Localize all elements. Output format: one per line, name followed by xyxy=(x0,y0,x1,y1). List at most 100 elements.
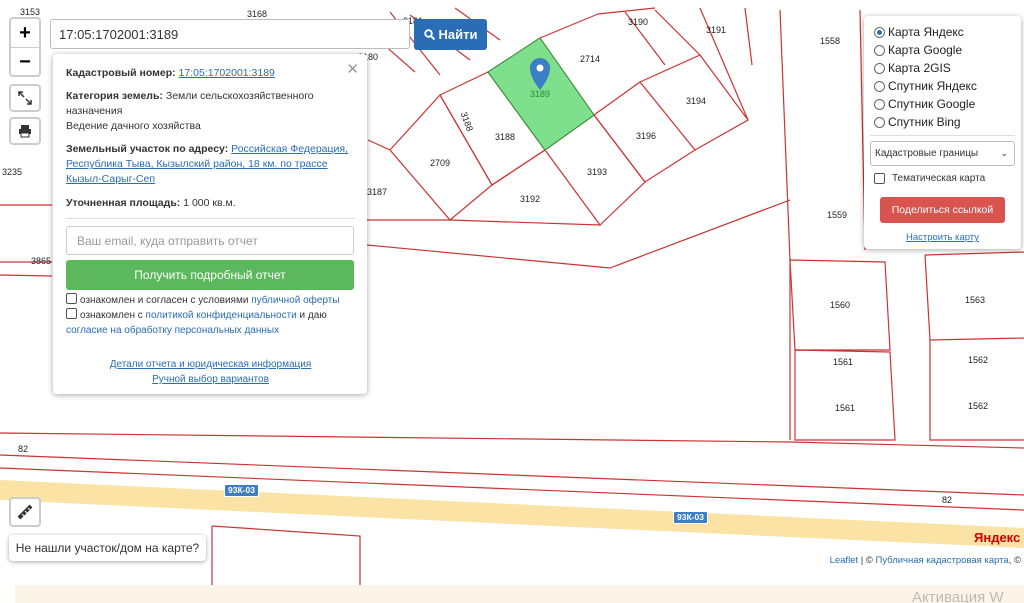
layer-label: Спутник Яндекс xyxy=(888,79,977,93)
configure-map-link[interactable]: Настроить карту xyxy=(906,232,979,243)
manual-select-link[interactable]: Ручной выбор вариантов xyxy=(152,374,269,385)
layer-label: Карта 2GIS xyxy=(888,61,951,75)
consent-privacy-checkbox[interactable] xyxy=(66,308,77,319)
thematic-label: Тематическая карта xyxy=(892,173,986,184)
cad-number-label: Кадастровый номер: xyxy=(66,67,176,79)
parcel-label: 3865 xyxy=(31,256,51,266)
search-icon xyxy=(423,29,435,40)
layers-panel: Карта Яндекс Карта Google Карта 2GIS Спу… xyxy=(864,16,1021,249)
layer-label: Спутник Google xyxy=(888,97,976,111)
layer-label: Карта Яндекс xyxy=(888,25,964,39)
not-found-button[interactable]: Не нашли участок/дом на карте? xyxy=(9,535,206,561)
radio-icon xyxy=(874,62,885,74)
parcel-label: 3193 xyxy=(587,167,607,177)
layer-option-2gis-map[interactable]: Карта 2GIS xyxy=(874,61,951,75)
consent-privacy: ознакомлен с политикой конфиденциальност… xyxy=(66,308,355,338)
parcel-label: 3191 xyxy=(706,25,726,35)
area-label: Уточненная площадь: xyxy=(66,197,181,209)
usage-text: Ведение дачного хозяйства xyxy=(66,120,201,132)
radio-icon xyxy=(874,98,885,110)
consent-offer: ознакомлен и согласен с условиями публич… xyxy=(66,293,355,308)
fullscreen-icon xyxy=(18,91,32,105)
cad-number-link[interactable]: 17:05:1702001:3189 xyxy=(179,67,275,79)
parcel-label: 1561 xyxy=(833,357,853,367)
parcel-label: 3235 xyxy=(2,167,22,177)
share-link-button[interactable]: Поделиться ссылкой xyxy=(880,197,1005,223)
parcel-label: 2714 xyxy=(580,54,600,64)
get-report-button[interactable]: Получить подробный отчет xyxy=(66,260,354,290)
category-label: Категория земель: xyxy=(66,90,163,102)
ruler-button[interactable] xyxy=(9,497,41,527)
find-button[interactable]: Найти xyxy=(414,19,487,50)
road-label: 82 xyxy=(942,495,952,505)
activation-banner: Активация W xyxy=(15,585,1024,603)
attribution-sep: | © xyxy=(858,555,876,566)
radio-icon xyxy=(874,26,885,38)
zoom-control: + − xyxy=(9,17,41,77)
thematic-checkbox[interactable] xyxy=(874,173,885,184)
parcel-label: 3189 xyxy=(530,89,550,99)
map-attribution: Leaflet | © Публичная кадастровая карта,… xyxy=(826,555,1024,569)
area-row: Уточненная площадь: 1 000 кв.м. xyxy=(66,196,355,211)
parcel-label: 3190 xyxy=(628,17,648,27)
zoom-in-button[interactable]: + xyxy=(11,19,39,47)
layer-option-yandex-satellite[interactable]: Спутник Яндекс xyxy=(874,79,977,93)
parcel-label: 1560 xyxy=(830,300,850,310)
layer-option-google-map[interactable]: Карта Google xyxy=(874,43,962,57)
parcel-label: 3192 xyxy=(520,194,540,204)
privacy-policy-link[interactable]: политикой конфиденциальности xyxy=(146,310,297,321)
layer-option-google-satellite[interactable]: Спутник Google xyxy=(874,97,975,111)
road-label: 82 xyxy=(18,444,28,454)
email-field[interactable]: Ваш email, куда отправить отчет xyxy=(66,226,354,255)
find-button-label: Найти xyxy=(438,27,478,42)
cad-number-row: Кадастровый номер: 17:05:1702001:3189 xyxy=(66,66,355,81)
parcel-label: 2709 xyxy=(430,158,450,168)
parcel-label: 3188 xyxy=(495,132,515,142)
consent-offer-text: ознакомлен и согласен с условиями xyxy=(80,295,249,306)
layer-label: Спутник Bing xyxy=(888,115,961,129)
address-label: Земельный участок по адресу: xyxy=(66,143,229,155)
address-row: Земельный участок по адресу: Российская … xyxy=(66,142,355,187)
parcel-label: 3188 xyxy=(459,111,475,133)
road-shield: 93К-03 xyxy=(673,511,708,524)
layer-label: Карта Google xyxy=(888,43,963,57)
parcel-label: 1561 xyxy=(835,403,855,413)
fullscreen-button[interactable] xyxy=(9,84,41,112)
parcel-label: 1562 xyxy=(968,355,988,365)
ruler-icon xyxy=(17,504,33,520)
print-button[interactable] xyxy=(9,117,41,145)
print-icon xyxy=(19,125,31,138)
personal-data-link[interactable]: согласие на обработку персональных данны… xyxy=(66,325,279,336)
overlay-select[interactable]: Кадастровые границы ⌄ xyxy=(870,141,1015,166)
parcel-popup: ✕ Кадастровый номер: 17:05:1702001:3189 … xyxy=(53,54,367,394)
offer-link[interactable]: публичной оферты xyxy=(251,295,339,306)
consent-privacy-text: ознакомлен с xyxy=(80,310,143,321)
thematic-map-toggle[interactable]: Тематическая карта xyxy=(874,173,985,184)
parcel-label: 1559 xyxy=(827,210,847,220)
radio-icon xyxy=(874,44,885,56)
road-shield: 93К-03 xyxy=(224,484,259,497)
consent-offer-checkbox[interactable] xyxy=(66,293,77,304)
pkk-link[interactable]: Публичная кадастровая карта xyxy=(876,555,1009,566)
parcel-label: 1558 xyxy=(820,36,840,46)
parcel-label: 3194 xyxy=(686,96,706,106)
parcel-label: 1563 xyxy=(965,295,985,305)
radio-icon xyxy=(874,80,885,92)
area-value: 1 000 кв.м. xyxy=(183,197,236,209)
parcel-label: 3168 xyxy=(247,9,267,19)
attribution-rest: , © xyxy=(1008,555,1021,566)
overlay-select-value: Кадастровые границы xyxy=(875,148,979,159)
parcel-label: 1562 xyxy=(968,401,988,411)
activation-text: Активация W xyxy=(912,589,1004,603)
layer-option-bing-satellite[interactable]: Спутник Bing xyxy=(874,115,961,129)
zoom-out-button[interactable]: − xyxy=(11,47,39,76)
parcel-label: 3187 xyxy=(367,187,387,197)
category-row: Категория земель: Земли сельскохозяйстве… xyxy=(66,89,355,119)
yandex-logo: Яндекс xyxy=(974,530,1021,545)
parcel-label: 3153 xyxy=(20,7,40,17)
layer-option-yandex-map[interactable]: Карта Яндекс xyxy=(874,25,964,39)
search-input[interactable]: 17:05:1702001:3189 xyxy=(50,19,410,49)
parcel-label: 3196 xyxy=(636,131,656,141)
leaflet-link[interactable]: Leaflet xyxy=(830,555,859,566)
report-details-link[interactable]: Детали отчета и юридическая информация xyxy=(110,359,312,370)
